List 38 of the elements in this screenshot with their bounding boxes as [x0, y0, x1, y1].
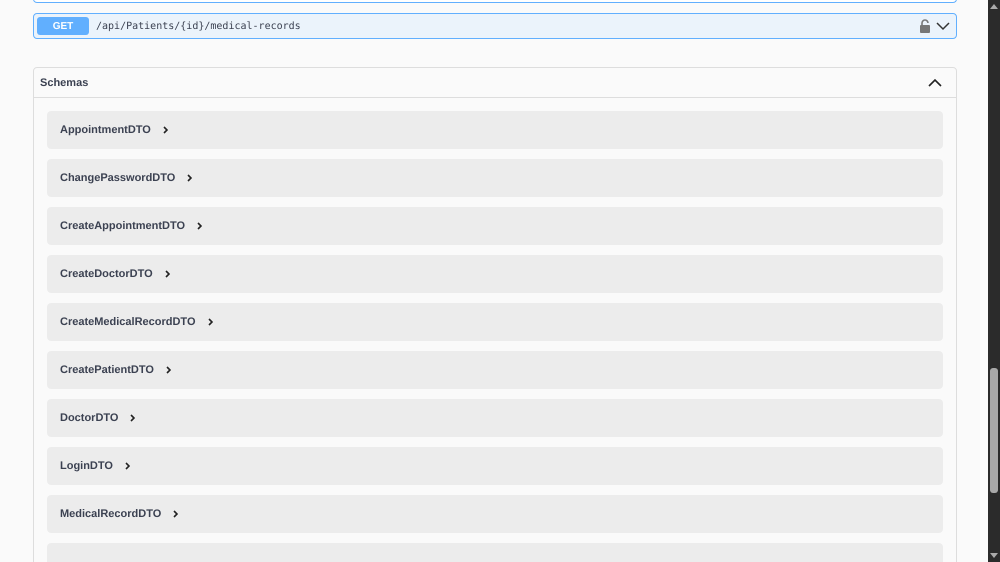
schema-row[interactable]: LoginDTO: [47, 447, 943, 485]
schema-name: CreatePatientDTO: [60, 364, 154, 376]
schema-row[interactable]: CreateAppointmentDTO: [47, 207, 943, 245]
method-badge: GET: [37, 17, 89, 35]
chevron-icon: [197, 222, 202, 230]
chevron-icon: [173, 510, 178, 518]
scroll-down-icon[interactable]: [990, 553, 998, 558]
chevron-icon: [164, 270, 170, 278]
schema-name: ChangePasswordDTO: [60, 172, 176, 184]
schema-row[interactable]: CreateMedicalRecordDTO: [47, 303, 943, 341]
schema-row[interactable]: ChangePasswordDTO: [47, 159, 943, 197]
scrollbar[interactable]: [988, 0, 1000, 562]
schema-row[interactable]: AppointmentDTO: [47, 111, 943, 149]
chevron-icon: [124, 462, 130, 470]
schema-row[interactable]: CreatePatientDTO: [47, 351, 943, 389]
section-title: Schemas: [40, 76, 88, 88]
chevron-icon: [130, 414, 136, 422]
schema-name: LoginDTO: [60, 460, 113, 472]
operation-row[interactable]: GET /api/Patients/{id}/medical-records: [33, 13, 957, 39]
chevron-icon: [162, 126, 168, 134]
schema-name: DoctorDTO: [60, 412, 118, 424]
schema-row[interactable]: CreateDoctorDTO: [47, 255, 943, 293]
scroll-up-icon[interactable]: [990, 4, 998, 9]
endpoint-path: /api/Patients/{id}/medical-records: [96, 20, 301, 32]
chevron-icon[interactable]: [928, 78, 942, 87]
schema-row[interactable]: MedicalRecordDTO: [47, 495, 943, 533]
chevron-icon: [208, 318, 213, 326]
chevron-icon: [187, 174, 192, 182]
chevron-icon[interactable]: [936, 22, 950, 30]
schema-row[interactable]: DoctorDTO: [47, 399, 943, 437]
chevron-icon: [166, 366, 171, 374]
schema-name: CreateMedicalRecordDTO: [60, 316, 196, 328]
schema-name: CreateAppointmentDTO: [60, 220, 186, 232]
scrollbar-thumb[interactable]: [990, 368, 998, 493]
lock-icon[interactable]: [919, 19, 931, 33]
schema-name: CreateDoctorDTO: [60, 268, 153, 280]
schema-name: MedicalRecordDTO: [60, 508, 162, 520]
schema-name: AppointmentDTO: [60, 124, 151, 136]
